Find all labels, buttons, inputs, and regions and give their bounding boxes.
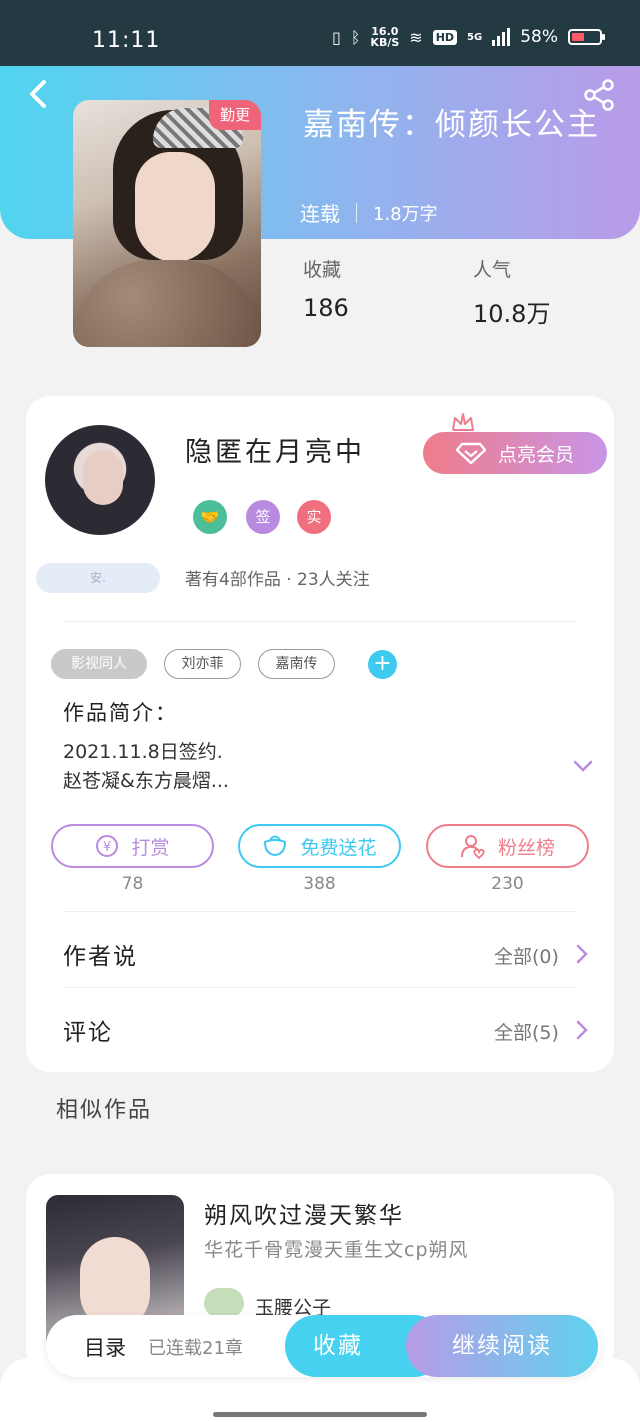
word-count: 1.8万字 <box>373 203 438 225</box>
flower-icon <box>264 835 287 857</box>
stat-favorites: 收藏 186 <box>303 259 349 322</box>
status-icons: ▯ ᛒ 16.0 KB/S ≋ HD 5G 58% <box>332 25 605 49</box>
book-status-line: 连载 1.8万字 <box>300 198 438 227</box>
similar-author-avatar <box>204 1288 244 1318</box>
author-meta: 著有4部作品 · 23人关注 <box>185 570 370 590</box>
stat-popularity: 人气 10.8万 <box>473 259 551 328</box>
signed-badge[interactable]: 签 <box>246 500 280 534</box>
comments-all[interactable]: 全部(5) <box>494 1018 559 1045</box>
similar-heading: 相似作品 <box>56 1098 153 1123</box>
book-cover[interactable] <box>73 100 261 347</box>
wifi-icon: ≋ <box>409 27 423 47</box>
author-name[interactable]: 隐匿在月亮中 <box>185 430 365 469</box>
update-tag: 勤更 <box>209 100 261 130</box>
chevron-right-icon[interactable] <box>574 943 590 965</box>
crown-icon <box>452 413 474 431</box>
divider <box>63 911 577 912</box>
free-flower-button[interactable]: 免费送花 <box>238 824 401 868</box>
svg-text:¥: ¥ <box>103 840 111 855</box>
tag-actor[interactable]: 刘亦菲 <box>164 649 241 679</box>
add-tag-icon[interactable]: + <box>368 650 397 679</box>
back-arrow-icon[interactable] <box>24 78 52 110</box>
author-badge-label: 安. <box>36 563 160 593</box>
diamond-icon <box>455 442 486 464</box>
battery-percent: 58% <box>520 27 558 47</box>
continue-reading-button[interactable]: 继续阅读 <box>406 1315 598 1377</box>
intro-heading: 作品简介： <box>63 701 178 725</box>
author-says-title[interactable]: 作者说 <box>63 937 138 971</box>
author-says-all[interactable]: 全部(0) <box>494 942 559 969</box>
user-heart-icon <box>460 835 485 859</box>
book-title: 嘉南传：倾颜长公主 <box>303 107 600 143</box>
fan-rank-button[interactable]: 粉丝榜 <box>426 824 589 868</box>
home-indicator[interactable] <box>213 1412 427 1417</box>
similar-book-title[interactable]: 朔风吹过漫天繁华 <box>204 1196 404 1230</box>
chevron-right-icon[interactable] <box>574 1019 590 1041</box>
status-bar: 11:11 ▯ ᛒ 16.0 KB/S ≋ HD 5G 58% <box>0 0 640 66</box>
chevron-down-icon[interactable] <box>572 755 594 777</box>
tag-genre[interactable]: 影视同人 <box>51 649 147 679</box>
hd-icon: HD <box>432 29 458 45</box>
flower-count: 388 <box>303 874 336 894</box>
similar-book-desc: 华花千骨霓漫天重生文cp朔风 <box>204 1239 469 1261</box>
tip-button[interactable]: ¥ 打赏 <box>51 824 214 868</box>
tip-count: 78 <box>121 874 144 894</box>
verified-badge[interactable]: 实 <box>297 500 331 534</box>
vibrate-icon: ▯ <box>332 27 341 47</box>
vip-button[interactable]: 点亮会员 <box>423 432 607 474</box>
yen-coin-icon: ¥ <box>96 835 119 857</box>
fan-count: 230 <box>491 874 524 894</box>
author-avatar[interactable] <box>45 425 155 535</box>
serial-status: 连载 <box>300 202 340 226</box>
net-speed: 16.0 KB/S <box>370 25 400 49</box>
clock: 11:11 <box>92 28 161 53</box>
battery-icon <box>568 29 605 45</box>
network-type: 5G <box>467 31 483 43</box>
signal-icon <box>492 28 511 46</box>
divider <box>63 987 577 988</box>
handshake-badge-icon[interactable]: 🤝 <box>193 500 227 534</box>
intro-text: 2021.11.8日签约. 赵苍凝&东方晨熠... <box>63 741 229 792</box>
divider <box>63 621 577 622</box>
bluetooth-icon: ᛒ <box>350 27 361 47</box>
chapter-count[interactable]: 已连载21章 <box>148 1334 243 1360</box>
tag-title[interactable]: 嘉南传 <box>258 649 335 679</box>
toc-button[interactable]: 目录 <box>84 1332 126 1362</box>
comments-title[interactable]: 评论 <box>63 1013 113 1047</box>
